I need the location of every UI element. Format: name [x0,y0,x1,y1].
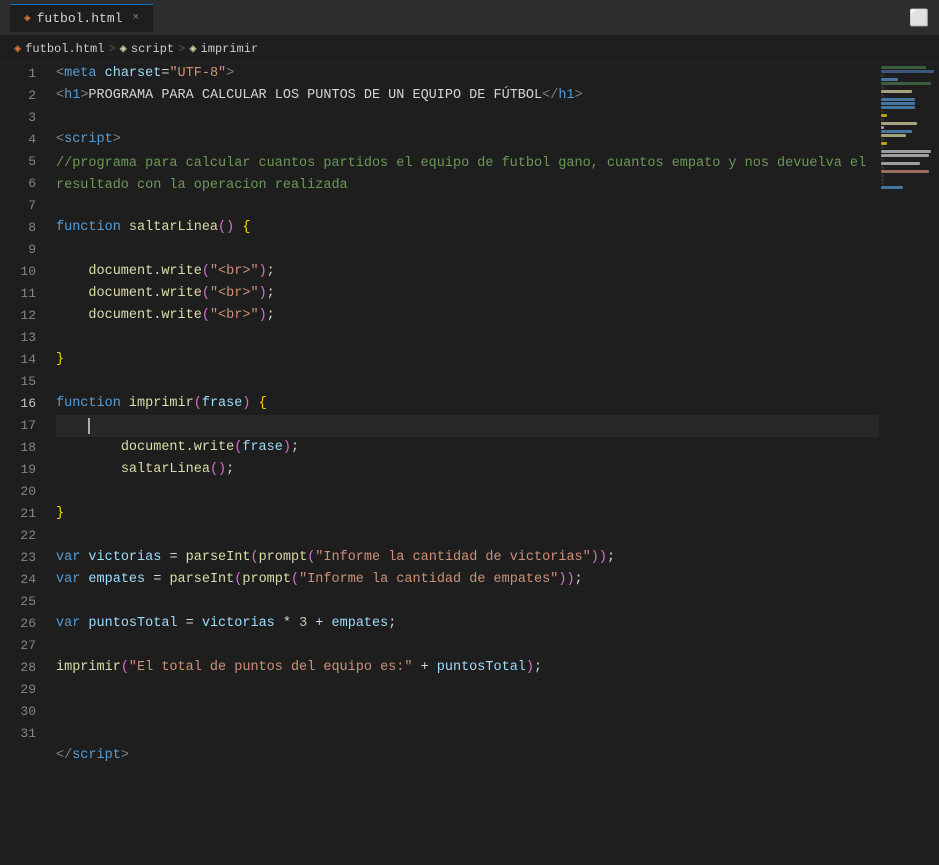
ln-25: 25 [0,591,36,613]
breadcrumb: ◈ futbol.html > ◈ script > ◈ imprimir [0,35,939,63]
ln-18: 18 [0,437,36,459]
code-line-28 [56,679,879,701]
ln-20: 20 [0,481,36,503]
ln-11: 11 [0,283,36,305]
breadcrumb-script[interactable]: script [131,42,174,56]
code-line-3 [56,107,879,129]
ln-26: 26 [0,613,36,635]
code-line-23: var empates = parseInt(prompt("Informe l… [56,569,879,591]
code-line-16 [56,415,879,437]
code-line-8 [56,239,879,261]
code-line-21 [56,525,879,547]
ln-1: 1 [0,63,36,85]
code-line-24 [56,591,879,613]
ln-27: 27 [0,635,36,657]
code-line-10: document.write("<br>"); [56,283,879,305]
code-line-17: document.write(frase); [56,437,879,459]
code-line-25: var puntosTotal = victorias * 3 + empate… [56,613,879,635]
ln-12: 12 [0,305,36,327]
ln-6: 6 [0,173,36,195]
breadcrumb-icon-3: ◈ [189,41,196,56]
code-line-29 [56,701,879,723]
ln-4: 4 [0,129,36,151]
ln-7: 7 [0,195,36,217]
code-line-13: } [56,349,879,371]
window-maximize-icon[interactable]: ⬜ [909,10,929,28]
ln-14: 14 [0,349,36,371]
line-numbers: 1 2 3 4 5 6 7 8 9 10 11 12 13 14 15 16 1… [0,63,48,865]
ln-10: 10 [0,261,36,283]
ln-21: 21 [0,503,36,525]
code-line-20: } [56,503,879,525]
code-line-5: //programa para calcular cuantos partido… [56,151,879,195]
ln-15: 15 [0,371,36,393]
breadcrumb-sep-1: > [108,42,115,56]
breadcrumb-sep-2: > [178,42,185,56]
code-line-18: saltarLinea(); [56,459,879,481]
code-line-11: document.write("<br>"); [56,305,879,327]
code-editor[interactable]: <meta charset="UTF-8"> <h1>PROGRAMA PARA… [48,63,879,865]
code-line-2: <h1>PROGRAMA PARA CALCULAR LOS PUNTOS DE… [56,85,879,107]
code-line-9: document.write("<br>"); [56,261,879,283]
code-line-22: var victorias = parseInt(prompt("Informe… [56,547,879,569]
ln-13: 13 [0,327,36,349]
code-line-30 [56,723,879,745]
code-line-19 [56,481,879,503]
file-icon: ◈ [24,11,31,25]
ln-22: 22 [0,525,36,547]
tab-close-button[interactable]: × [132,12,139,24]
title-bar: ◈ futbol.html × ⬜ [0,0,939,35]
ln-24: 24 [0,569,36,591]
ln-19: 19 [0,459,36,481]
editor-tab[interactable]: ◈ futbol.html × [10,4,153,32]
minimap[interactable] [879,63,939,865]
breadcrumb-icon-2: ◈ [120,41,127,56]
code-line-4: <script> [56,129,879,151]
code-line-1: <meta charset="UTF-8"> [56,63,879,85]
text-cursor [88,418,90,434]
tab-filename: futbol.html [37,11,123,26]
ln-16: 16 [0,393,36,415]
ln-23: 23 [0,547,36,569]
window-controls: ⬜ [909,8,929,28]
code-line-15: function imprimir(frase) { [56,393,879,415]
code-line-31: </script> [56,745,879,767]
code-line-12 [56,327,879,349]
code-line-26 [56,635,879,657]
code-line-27: imprimir("El total de puntos del equipo … [56,657,879,679]
ln-8: 8 [0,217,36,239]
code-line-7: function saltarLinea() { [56,217,879,239]
breadcrumb-file[interactable]: futbol.html [25,42,104,56]
code-line-6 [56,195,879,217]
minimap-content [879,63,939,192]
ln-30: 30 [0,701,36,723]
ln-9: 9 [0,239,36,261]
breadcrumb-icon-1: ◈ [14,41,21,56]
ln-29: 29 [0,679,36,701]
ln-31: 31 [0,723,36,745]
editor-area: 1 2 3 4 5 6 7 8 9 10 11 12 13 14 15 16 1… [0,63,939,865]
ln-17: 17 [0,415,36,437]
ln-5: 5 [0,151,36,173]
breadcrumb-imprimir[interactable]: imprimir [201,42,259,56]
ln-3: 3 [0,107,36,129]
code-line-14 [56,371,879,393]
ln-28: 28 [0,657,36,679]
ln-2: 2 [0,85,36,107]
